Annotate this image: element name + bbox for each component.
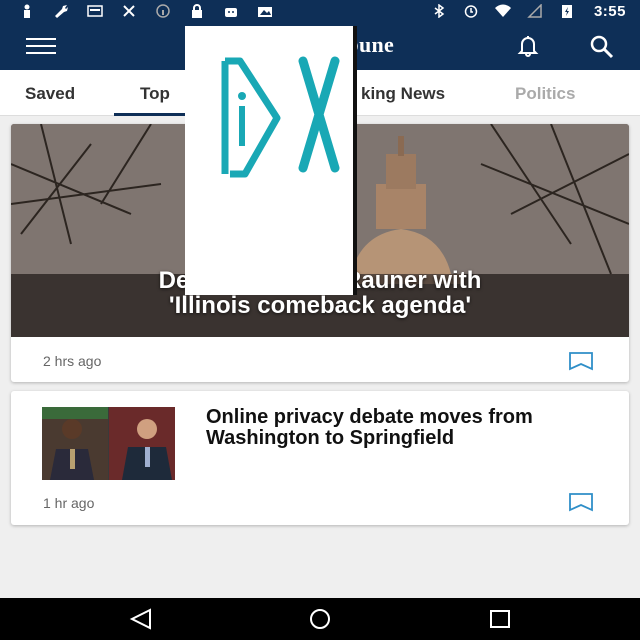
headline-line-2: 'Illinois comeback agenda' (168, 292, 472, 319)
overlay-logo-panel (185, 26, 357, 295)
home-icon[interactable] (305, 607, 335, 631)
status-right-icons: 3:55 (430, 3, 626, 20)
recent-apps-icon[interactable] (485, 607, 515, 631)
article-card[interactable]: Online privacy debate moves from Washing… (11, 391, 629, 525)
article-thumbnail (42, 407, 175, 480)
bookmark-icon[interactable] (568, 351, 594, 371)
tab-top[interactable]: Top (140, 84, 170, 104)
system-nav-bar (0, 598, 640, 640)
bluetooth-icon (430, 4, 448, 18)
no-sim-icon (526, 4, 544, 18)
bookmark-icon[interactable] (568, 492, 594, 512)
alarm-icon (462, 4, 480, 18)
wrench-icon (52, 4, 70, 18)
article-headline: Online privacy debate moves from Washing… (206, 406, 533, 449)
person-icon (18, 4, 36, 18)
menu-icon[interactable] (26, 34, 60, 58)
android-icon (222, 4, 240, 18)
card-icon (86, 4, 104, 18)
active-tab-indicator (114, 113, 186, 116)
tab-saved[interactable]: Saved (25, 84, 75, 104)
search-icon[interactable] (588, 34, 616, 60)
back-icon[interactable] (126, 607, 156, 631)
tab-breaking-news[interactable]: king News (361, 84, 445, 104)
clock: 3:55 (593, 2, 626, 20)
status-bar: 3:55 (0, 0, 640, 22)
tab-politics[interactable]: Politics (515, 84, 575, 104)
lock-icon (188, 4, 206, 18)
idx-logo-icon (221, 56, 340, 178)
photo-icon (256, 4, 274, 18)
battery-icon (558, 4, 576, 18)
wifi-icon (494, 4, 512, 18)
article-timestamp: 1 hr ago (43, 495, 95, 511)
article-timestamp: 2 hrs ago (43, 353, 102, 369)
status-left-icons (18, 4, 274, 18)
info-icon (154, 4, 172, 18)
no-signal-icon (120, 4, 138, 18)
bell-icon[interactable] (514, 33, 542, 59)
